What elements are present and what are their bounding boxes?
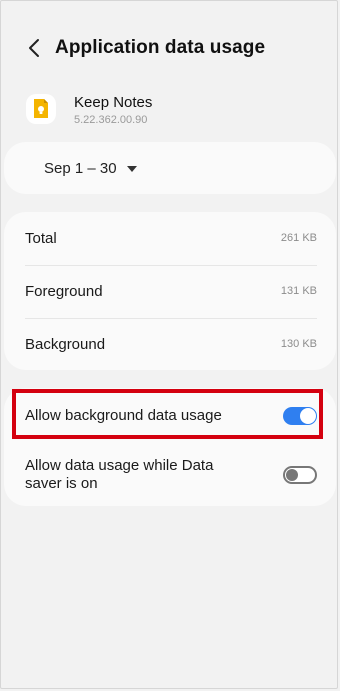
usage-label: Foreground <box>25 282 103 300</box>
usage-row-background: Background 130 KB <box>25 318 317 370</box>
app-name: Keep Notes <box>74 94 153 111</box>
dropdown-caret-icon <box>126 165 137 172</box>
usage-label: Background <box>25 335 106 353</box>
chevron-left-icon <box>29 39 39 57</box>
usage-value: 261 KB <box>280 232 317 244</box>
setting-label: Allow data usage while Data saver is on <box>25 457 214 492</box>
usage-value: 130 KB <box>280 338 317 350</box>
toggle-knob <box>286 469 298 481</box>
app-bar: Application data usage <box>0 30 340 66</box>
period-label: Sep 1 – 30 <box>44 160 117 177</box>
usage-card: Total 261 KB Foreground 131 KB Backgroun… <box>4 212 336 370</box>
setting-data-saver[interactable]: Allow data usage while Data saver is on <box>25 456 317 494</box>
page-title: Application data usage <box>55 37 266 58</box>
usage-row-total: Total 261 KB <box>25 212 317 264</box>
usage-row-foreground: Foreground 131 KB <box>25 265 317 317</box>
usage-value: 131 KB <box>280 285 317 297</box>
highlight-annotation <box>12 389 323 439</box>
app-version: 5.22.362.00.90 <box>74 114 148 126</box>
back-button[interactable] <box>22 36 46 60</box>
usage-label: Total <box>25 229 57 247</box>
period-dropdown[interactable]: Sep 1 – 30 <box>44 160 137 177</box>
period-card: Sep 1 – 30 <box>4 142 336 194</box>
keep-notes-icon <box>26 94 56 124</box>
data-saver-toggle[interactable] <box>283 466 317 484</box>
app-info: Keep Notes 5.22.362.00.90 <box>26 92 326 132</box>
